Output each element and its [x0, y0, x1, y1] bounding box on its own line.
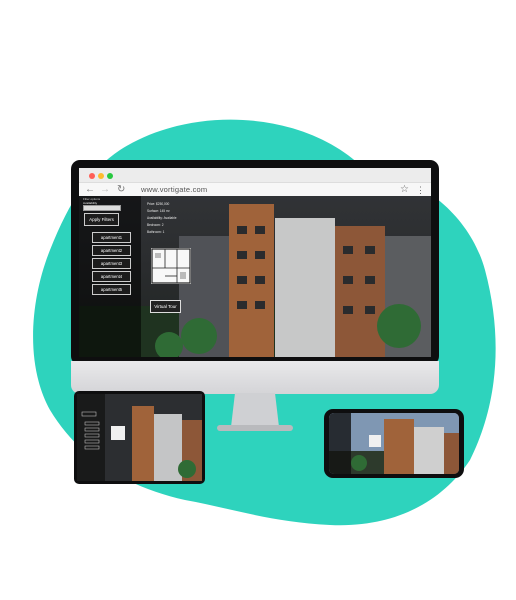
arrow-right-icon[interactable]: →: [100, 183, 110, 197]
kebab-icon[interactable]: ⋮: [416, 183, 425, 197]
star-icon[interactable]: ☆: [400, 183, 409, 197]
tablet-device: [74, 391, 205, 484]
availability-select[interactable]: [83, 205, 121, 211]
maximize-window-dot[interactable]: [107, 173, 113, 179]
monitor-stand: [217, 393, 293, 431]
url-field[interactable]: www.vortigate.com: [141, 183, 207, 197]
floor-plan-image: [151, 248, 191, 284]
arrow-left-icon[interactable]: ←: [85, 183, 95, 197]
monitor-screen: ← → ↻ www.vortigate.com ☆ ⋮ Filter optio…: [79, 168, 431, 357]
bathrooms-text: Bathroom: 1: [147, 230, 165, 234]
apartment2-button[interactable]: apartment2: [92, 245, 131, 256]
apartment5-button[interactable]: apartment5: [92, 284, 131, 295]
close-window-dot[interactable]: [89, 173, 95, 179]
virtual-tour-button[interactable]: Virtual Tour: [150, 300, 181, 313]
apartment1-button[interactable]: apartment1: [92, 232, 131, 243]
bedrooms-text: Bedroom: 2: [147, 223, 164, 227]
phone-device: [324, 409, 464, 478]
filter-sidebar: Filter options Availability Apply Filter…: [79, 196, 141, 357]
browser-toolbar: ← → ↻ www.vortigate.com ☆ ⋮: [79, 168, 431, 197]
price-text: Price: $250,000: [147, 202, 170, 206]
apartment3-button[interactable]: apartment3: [92, 258, 131, 269]
surface-text: Surface: 145 m²: [147, 209, 170, 213]
availability-text: Availability: Available: [147, 216, 177, 220]
minimize-window-dot[interactable]: [98, 173, 104, 179]
phone-screen: [329, 413, 459, 474]
tablet-render: [77, 394, 202, 481]
monitor-bezel: ← → ↻ www.vortigate.com ☆ ⋮ Filter optio…: [71, 160, 439, 365]
reload-icon[interactable]: ↻: [117, 183, 125, 197]
apply-filters-button[interactable]: Apply Filters: [84, 213, 119, 226]
phone-render: [329, 413, 459, 474]
tablet-screen: [77, 394, 202, 481]
address-row: ← → ↻ www.vortigate.com ☆ ⋮: [79, 182, 431, 197]
monitor-chin: [71, 361, 439, 394]
apartment4-button[interactable]: apartment4: [92, 271, 131, 282]
desktop-monitor: ← → ↻ www.vortigate.com ☆ ⋮ Filter optio…: [71, 160, 439, 395]
building-render-view: Filter options Availability Apply Filter…: [79, 196, 431, 357]
